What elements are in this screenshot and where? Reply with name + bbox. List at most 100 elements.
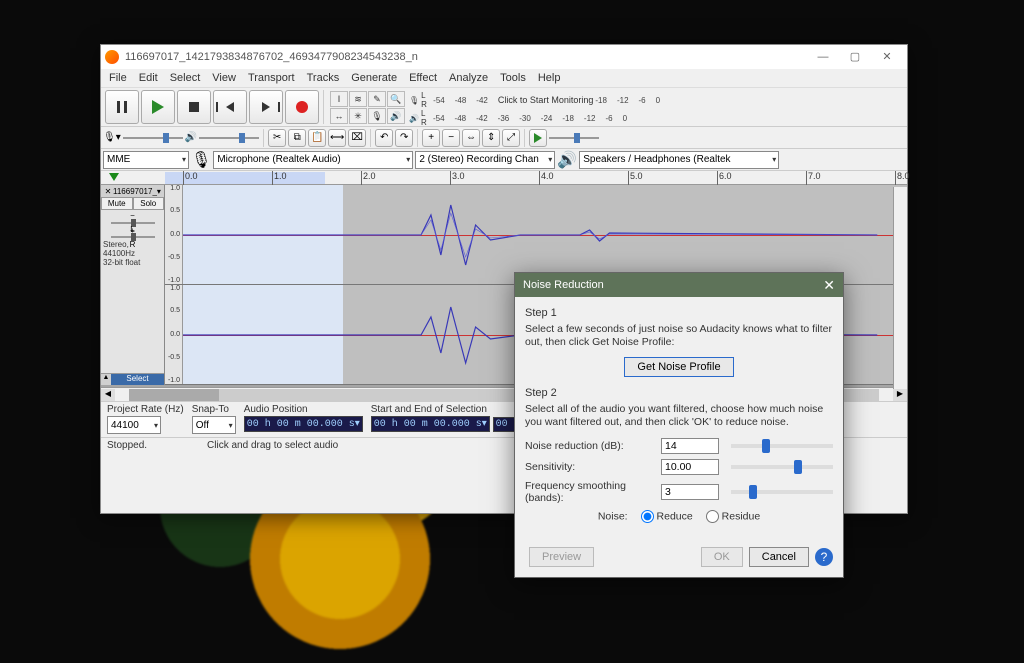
- vertical-scrollbar[interactable]: [893, 187, 907, 389]
- scroll-right-icon[interactable]: ▶: [893, 389, 907, 401]
- solo-button[interactable]: Solo: [133, 197, 165, 210]
- project-rate-label: Project Rate (Hz): [107, 404, 184, 415]
- audio-host-select[interactable]: MME: [103, 151, 189, 169]
- get-noise-profile-button[interactable]: Get Noise Profile: [624, 357, 733, 377]
- noise-reduction-slider[interactable]: [731, 444, 833, 448]
- undo-icon[interactable]: ↶: [375, 129, 393, 147]
- collapse-icon[interactable]: ▲: [101, 374, 111, 385]
- timeshift-tool-icon[interactable]: ↔: [330, 108, 348, 124]
- record-button[interactable]: [285, 90, 319, 124]
- menubar: File Edit Select View Transport Tracks G…: [101, 69, 907, 87]
- menu-effect[interactable]: Effect: [405, 72, 441, 84]
- meter: 🎙 LR -54-48-42 Click to Start Monitoring…: [409, 91, 660, 123]
- snap-to-label: Snap-To: [192, 404, 236, 415]
- trim-icon[interactable]: ⟷: [328, 129, 346, 147]
- frequency-smoothing-slider[interactable]: [731, 490, 833, 494]
- click-to-monitor[interactable]: Click to Start Monitoring: [498, 95, 594, 105]
- menu-tools[interactable]: Tools: [496, 72, 530, 84]
- playhead-icon[interactable]: [109, 173, 119, 181]
- reduce-radio[interactable]: [641, 510, 654, 523]
- play-at-speed-icon[interactable]: [529, 129, 547, 147]
- cancel-button[interactable]: Cancel: [749, 547, 809, 567]
- sensitivity-label: Sensitivity:: [525, 461, 655, 473]
- menu-help[interactable]: Help: [534, 72, 565, 84]
- zoom-tool-icon[interactable]: 🔍: [387, 91, 405, 107]
- play-volume-slider[interactable]: 🔊: [185, 132, 259, 143]
- multi-tool-icon[interactable]: ✳: [349, 108, 367, 124]
- paste-icon[interactable]: 📋: [308, 129, 326, 147]
- playback-device-select[interactable]: Speakers / Headphones (Realtek: [579, 151, 779, 169]
- tools-grid: I ≋ ✎ 🔍 ↔ ✳ 🎙 🔊: [330, 91, 405, 124]
- track-select-button[interactable]: Select: [111, 374, 164, 385]
- skip-end-button[interactable]: [249, 90, 283, 124]
- cut-icon[interactable]: ✂: [268, 129, 286, 147]
- audio-position-field[interactable]: 00 h 00 m 00.000 s▾: [244, 416, 363, 432]
- play-button[interactable]: [141, 90, 175, 124]
- titlebar[interactable]: 116697017_1421793834876702_4693477908234…: [101, 45, 907, 69]
- recording-device-select[interactable]: Microphone (Realtek Audio): [213, 151, 413, 169]
- redo-icon[interactable]: ↷: [395, 129, 413, 147]
- pause-button[interactable]: [105, 90, 139, 124]
- track-close-icon[interactable]: ✕: [103, 187, 113, 196]
- sensitivity-slider[interactable]: [731, 465, 833, 469]
- menu-edit[interactable]: Edit: [135, 72, 162, 84]
- rec-volume-slider[interactable]: 🎙▾: [103, 132, 183, 143]
- selection-tool-icon[interactable]: I: [330, 91, 348, 107]
- zoom-in-icon[interactable]: +: [422, 129, 440, 147]
- recording-channels-select[interactable]: 2 (Stereo) Recording Chan: [415, 151, 555, 169]
- zoom-fit-icon[interactable]: ⇕: [482, 129, 500, 147]
- zoom-out-icon[interactable]: −: [442, 129, 460, 147]
- ok-button[interactable]: OK: [701, 547, 743, 567]
- snap-to-select[interactable]: Off: [192, 416, 236, 434]
- selection-start-field[interactable]: 00 h 00 m 00.000 s▾: [371, 416, 490, 432]
- project-rate-select[interactable]: 44100: [107, 416, 161, 434]
- frequency-smoothing-input[interactable]: [661, 484, 719, 500]
- zoom-sel-icon[interactable]: ⇔: [462, 129, 480, 147]
- menu-tracks[interactable]: Tracks: [303, 72, 344, 84]
- transport-toolbar: I ≋ ✎ 🔍 ↔ ✳ 🎙 🔊 🎙 LR -54-48-42 Click to …: [101, 87, 907, 127]
- dialog-titlebar[interactable]: Noise Reduction ✕: [515, 273, 843, 297]
- help-icon[interactable]: ?: [815, 548, 833, 566]
- copy-icon[interactable]: ⧉: [288, 129, 306, 147]
- menu-transport[interactable]: Transport: [244, 72, 299, 84]
- stop-button[interactable]: [177, 90, 211, 124]
- device-toolbar: MME 🎙 Microphone (Realtek Audio) 2 (Ster…: [101, 149, 907, 171]
- maximize-button[interactable]: ▢: [839, 46, 871, 68]
- silence-icon[interactable]: ⌧: [348, 129, 366, 147]
- mute-button[interactable]: Mute: [101, 197, 133, 210]
- envelope-tool-icon[interactable]: ≋: [349, 91, 367, 107]
- noise-reduction-input[interactable]: [661, 438, 719, 454]
- menu-view[interactable]: View: [208, 72, 240, 84]
- amplitude-scale: 1.00.50.0-0.5-1.0: [165, 185, 183, 284]
- track-control-panel: ✕116697017_▾ MuteSolo −+ LR Stereo, 4410…: [101, 185, 165, 385]
- audio-position-label: Audio Position: [244, 404, 363, 415]
- step1-heading: Step 1: [525, 307, 833, 319]
- menu-generate[interactable]: Generate: [347, 72, 401, 84]
- mic-icon: 🎙: [191, 150, 211, 170]
- menu-file[interactable]: File: [105, 72, 131, 84]
- zoom-toggle-icon[interactable]: ⤢: [502, 129, 520, 147]
- mic-level-icon[interactable]: 🎙: [368, 108, 386, 124]
- window-title: 116697017_1421793834876702_4693477908234…: [125, 51, 418, 63]
- sensitivity-input[interactable]: [661, 459, 719, 475]
- draw-tool-icon[interactable]: ✎: [368, 91, 386, 107]
- chevron-down-icon[interactable]: ▾: [157, 187, 161, 196]
- scroll-left-icon[interactable]: ◀: [101, 389, 115, 401]
- menu-analyze[interactable]: Analyze: [445, 72, 492, 84]
- dialog-close-icon[interactable]: ✕: [823, 277, 835, 294]
- status-left: Stopped.: [107, 440, 147, 451]
- track-name[interactable]: 116697017_: [113, 187, 157, 196]
- step1-description: Select a few seconds of just noise so Au…: [525, 323, 833, 349]
- playback-speed-slider[interactable]: [549, 137, 599, 139]
- menu-select[interactable]: Select: [166, 72, 205, 84]
- skip-start-button[interactable]: [213, 90, 247, 124]
- speaker-level-icon[interactable]: 🔊: [387, 108, 405, 124]
- preview-button[interactable]: Preview: [529, 547, 594, 567]
- noise-reduction-dialog: Noise Reduction ✕ Step 1 Select a few se…: [514, 272, 844, 578]
- status-hint: Click and drag to select audio: [207, 440, 338, 451]
- close-button[interactable]: ✕: [871, 46, 903, 68]
- minimize-button[interactable]: —: [807, 46, 839, 68]
- frequency-smoothing-label: Frequency smoothing (bands):: [525, 480, 655, 504]
- timeline-ruler[interactable]: 0.01.02.03.04.05.06.07.08.0: [101, 171, 907, 185]
- residue-radio[interactable]: [706, 510, 719, 523]
